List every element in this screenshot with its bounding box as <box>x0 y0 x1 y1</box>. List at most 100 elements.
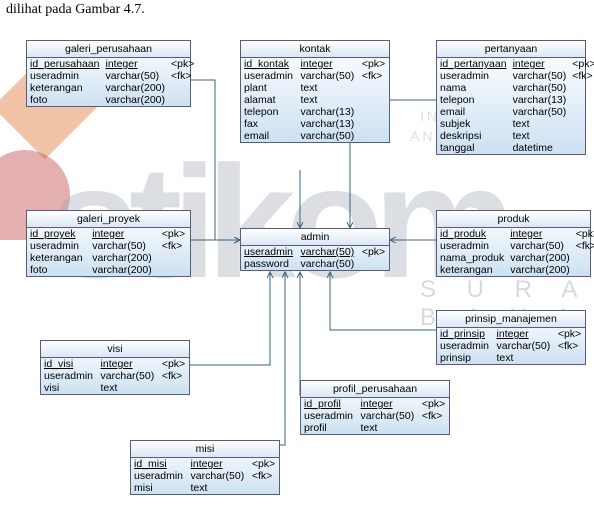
column-name: profil <box>301 422 358 434</box>
column-key <box>555 352 585 364</box>
column-name: useradmin <box>301 410 358 422</box>
column-type: varchar(200) <box>89 252 159 264</box>
column-key <box>168 94 197 106</box>
column-type: varchar(50) <box>507 240 573 252</box>
column-type: varchar(200) <box>102 82 168 94</box>
column-type: varchar(50) <box>188 470 249 482</box>
column-name: useradmin <box>27 240 89 252</box>
column-key: <fk> <box>168 70 197 82</box>
column-name: id_pertanyaan <box>437 58 510 70</box>
column-type: text <box>298 94 359 106</box>
column-name: keterangan <box>437 264 507 276</box>
column-name: useradmin <box>27 70 102 82</box>
column-type: varchar(13) <box>298 106 359 118</box>
column-key <box>569 82 594 94</box>
column-name: keterangan <box>27 252 89 264</box>
column-name: telepon <box>437 94 510 106</box>
column-name: tanggal <box>437 142 510 154</box>
column-type: varchar(50) <box>298 258 359 270</box>
column-name: nama_produk <box>437 252 507 264</box>
entity-title: visi <box>41 341 189 358</box>
column-name: nama <box>437 82 510 94</box>
column-type: text <box>188 482 249 494</box>
column-key: <pk> <box>168 58 197 70</box>
entity-galeri-perusahaan: galeri_perusahaan id_perusahaaninteger<p… <box>26 40 191 107</box>
column-key: <fk> <box>249 470 279 482</box>
entity-prinsip-manajemen: prinsip_manajemen id_prinsipinteger<pk>u… <box>436 310 586 365</box>
entity-title: prinsip_manajemen <box>437 311 585 328</box>
column-type: integer <box>89 228 159 240</box>
column-name: foto <box>27 94 102 106</box>
column-type: text <box>510 118 570 130</box>
column-type: datetime <box>510 142 570 154</box>
entity-title: admin <box>241 229 389 246</box>
column-name: fax <box>241 118 298 130</box>
column-name: plant <box>241 82 298 94</box>
column-type: text <box>298 82 359 94</box>
column-name: prinsip <box>437 352 494 364</box>
column-name: subjek <box>437 118 510 130</box>
entity-columns: id_proyekinteger<pk>useradminvarchar(50)… <box>27 228 190 276</box>
column-name: useradmin <box>437 70 510 82</box>
entity-admin: admin useradminvarchar(50)<pk> passwordva… <box>240 228 390 271</box>
column-key <box>359 130 389 142</box>
entity-title: produk <box>437 211 590 228</box>
column-key <box>569 130 594 142</box>
entity-galeri-proyek: galeri_proyek id_proyekinteger<pk>userad… <box>26 210 191 277</box>
column-key: <fk> <box>573 240 594 252</box>
column-type: integer <box>510 58 570 70</box>
entity-title: kontak <box>241 41 389 58</box>
column-key: <fk> <box>359 70 389 82</box>
column-name: foto <box>27 264 89 276</box>
column-type: varchar(50) <box>89 240 159 252</box>
column-name: misi <box>131 482 188 494</box>
column-key <box>359 94 389 106</box>
column-key <box>569 106 594 118</box>
column-type: varchar(200) <box>102 94 168 106</box>
column-key <box>359 118 389 130</box>
entity-columns: id_visiinteger<pk>useradminvarchar(50)<f… <box>41 358 189 394</box>
column-key <box>249 482 279 494</box>
column-key <box>359 258 389 270</box>
column-type: varchar(50) <box>102 70 168 82</box>
column-type: integer <box>188 458 249 470</box>
column-type: integer <box>298 58 359 70</box>
column-key: <pk> <box>359 246 389 258</box>
entity-title: profil_perusahaan <box>301 381 449 398</box>
column-key <box>159 264 190 276</box>
column-key <box>569 142 594 154</box>
column-type: varchar(200) <box>507 252 573 264</box>
column-key: <fk> <box>159 240 190 252</box>
entity-columns: id_perusahaaninteger<pk> useradminvarchar… <box>27 58 197 106</box>
entity-columns: id_pertanyaaninteger<pk>useradminvarchar… <box>437 58 594 154</box>
column-name: password <box>241 258 298 270</box>
column-key <box>159 382 189 394</box>
column-key <box>573 252 594 264</box>
entity-title: galeri_proyek <box>27 211 190 228</box>
column-type: varchar(50) <box>298 70 359 82</box>
column-type: varchar(50) <box>298 246 359 258</box>
column-type: varchar(50) <box>358 410 419 422</box>
column-type: text <box>358 422 419 434</box>
column-name: id_misi <box>131 458 188 470</box>
column-type: varchar(50) <box>510 82 570 94</box>
column-key <box>419 422 449 434</box>
column-key: <fk> <box>569 70 594 82</box>
column-type: integer <box>102 58 168 70</box>
column-type: varchar(200) <box>507 264 573 276</box>
entity-produk: produk id_produkinteger<pk>useradminvarc… <box>436 210 591 277</box>
column-name: id_perusahaan <box>27 58 102 70</box>
column-name: id_produk <box>437 228 507 240</box>
column-name: useradmin <box>437 240 507 252</box>
column-type: varchar(50) <box>98 370 159 382</box>
entity-pertanyaan: pertanyaan id_pertanyaaninteger<pk>usera… <box>436 40 586 155</box>
column-name: useradmin <box>241 246 298 258</box>
column-type: varchar(200) <box>89 264 159 276</box>
column-type: varchar(13) <box>298 118 359 130</box>
column-name: telepon <box>241 106 298 118</box>
column-type: integer <box>358 398 419 410</box>
column-name: id_kontak <box>241 58 298 70</box>
column-key: <pk> <box>159 358 189 370</box>
entity-columns: id_kontakinteger<pk>useradminvarchar(50)… <box>241 58 389 142</box>
column-type: integer <box>507 228 573 240</box>
